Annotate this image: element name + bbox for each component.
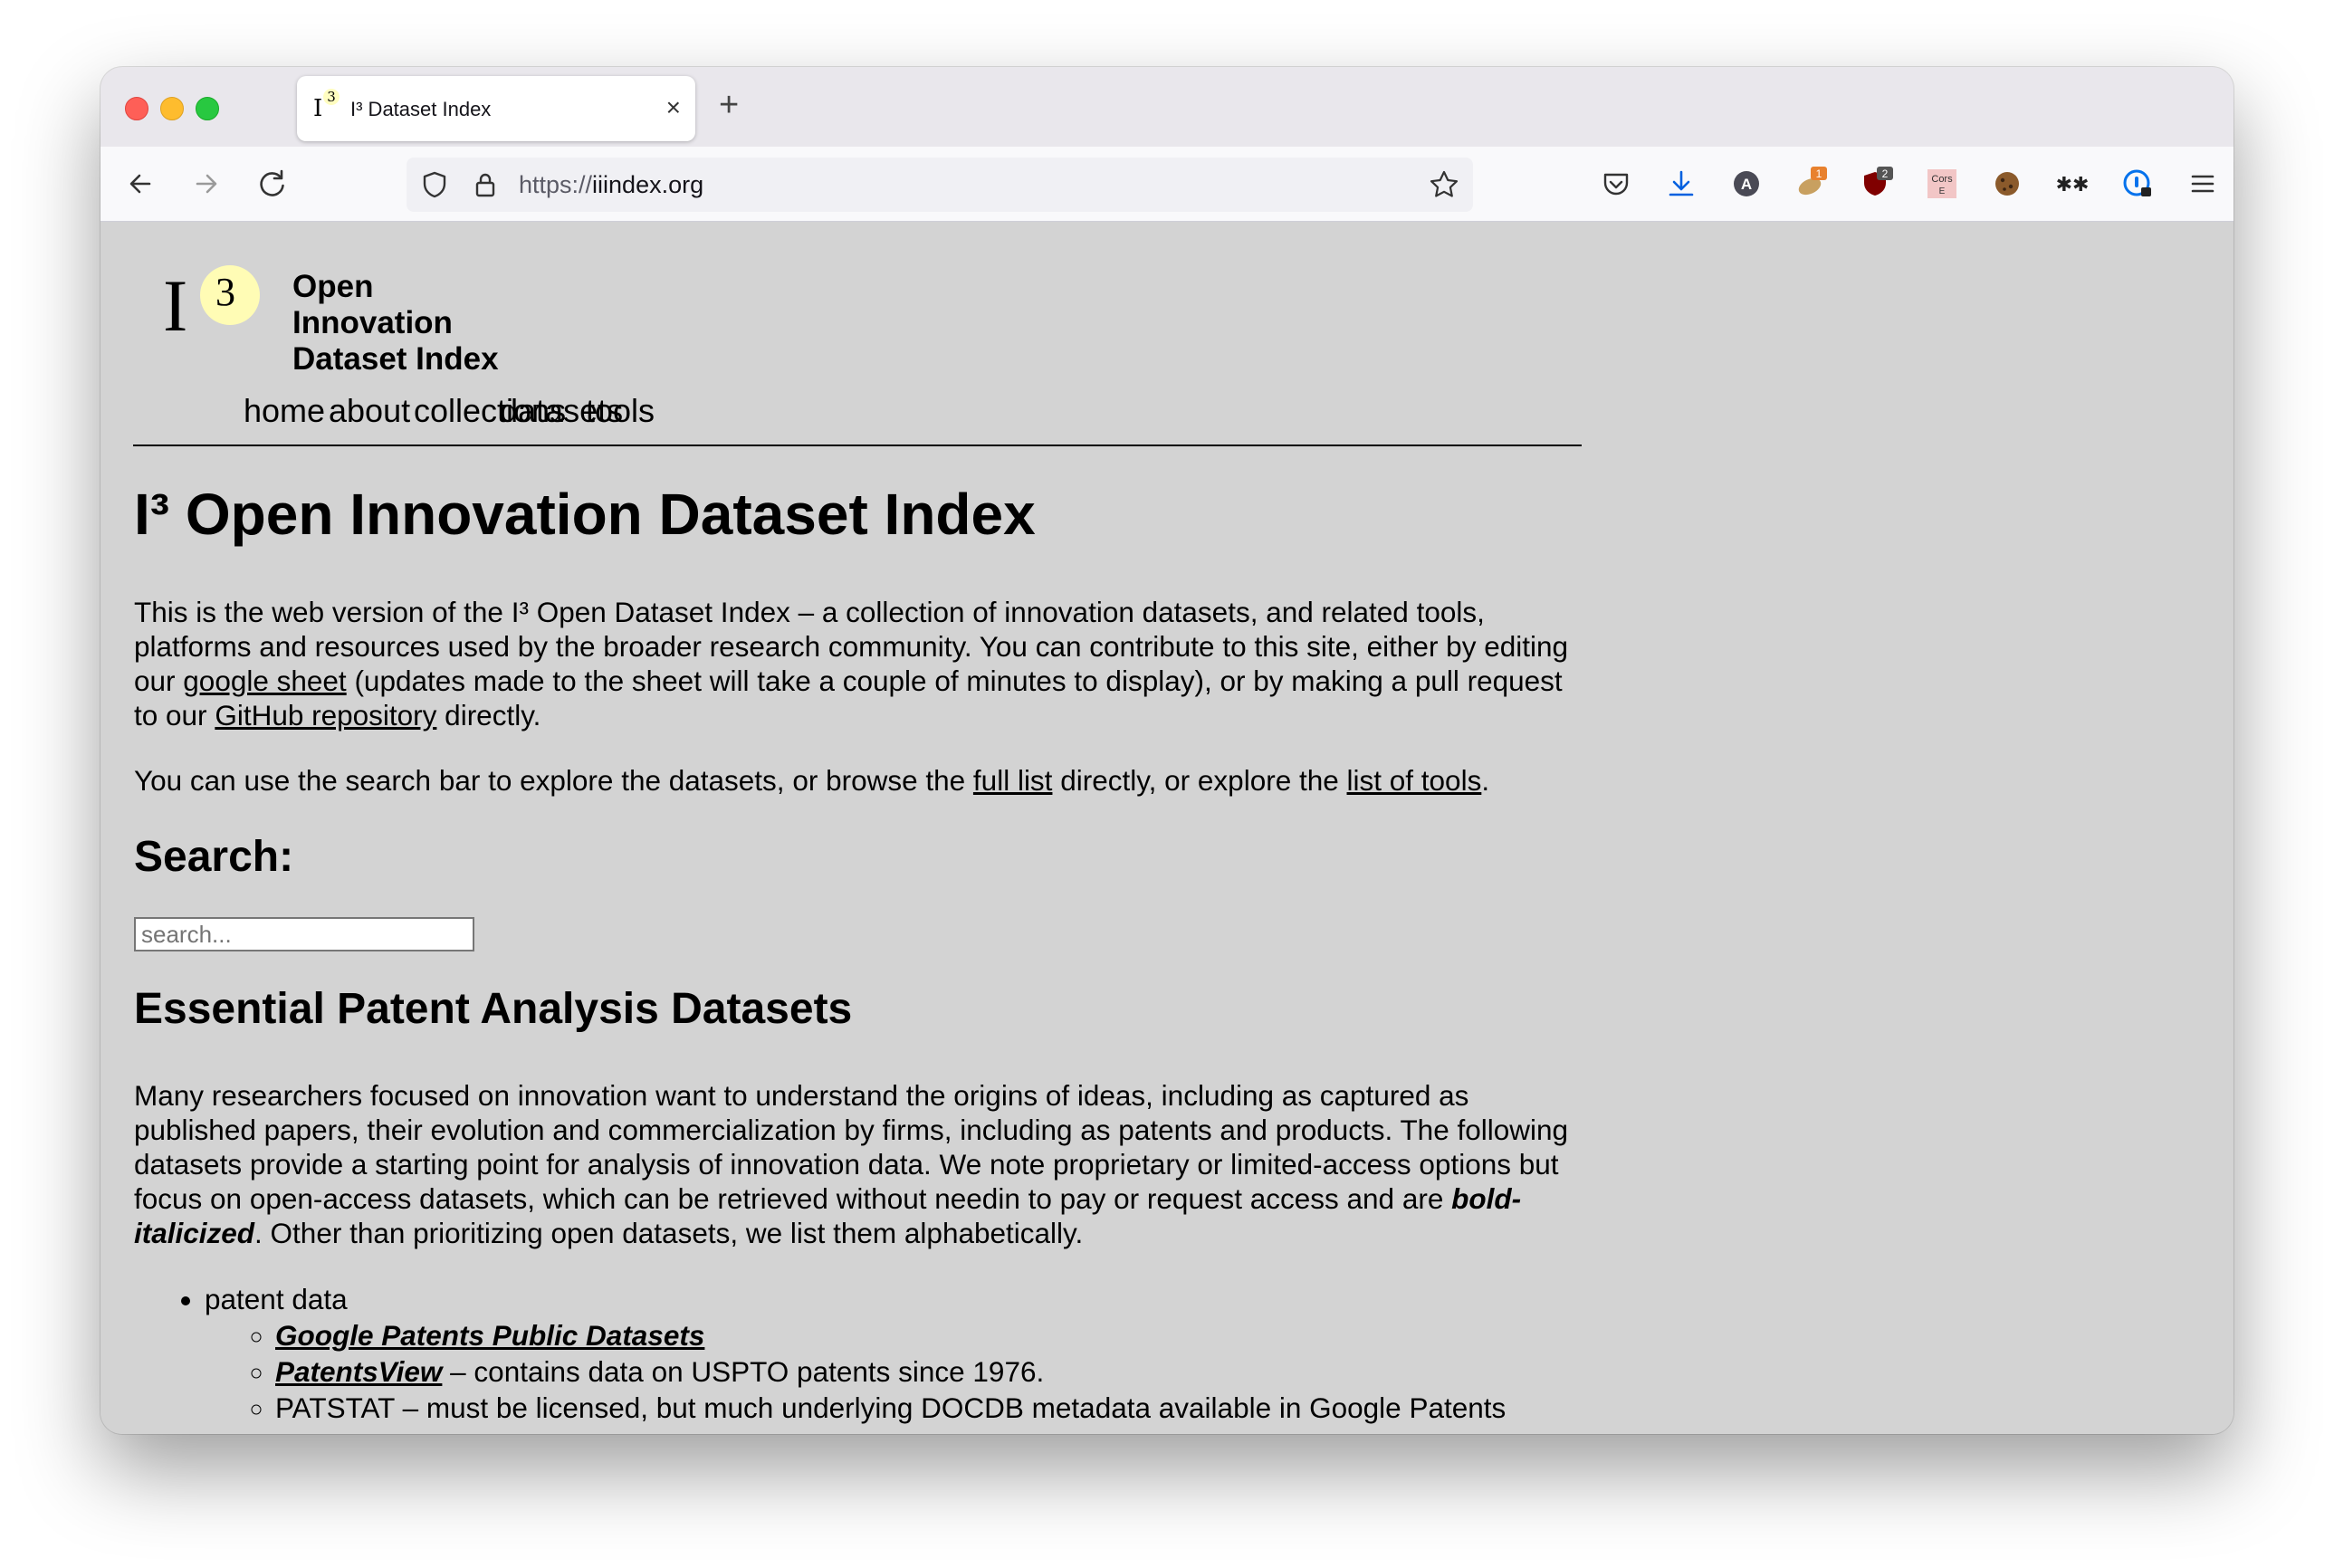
google-sheet-link[interactable]: google sheet: [183, 664, 346, 697]
cors-icon[interactable]: Cors E: [1923, 165, 1961, 203]
main-content: I³ Open Innovation Dataset Index This is…: [134, 479, 1583, 1426]
tab-close-icon[interactable]: ×: [666, 92, 681, 123]
section-paragraph: Many researchers focused on innovation w…: [134, 1079, 1569, 1249]
menu-icon[interactable]: [2184, 165, 2222, 203]
browse-paragraph: You can use the search bar to explore th…: [134, 764, 1490, 797]
svg-text:✱✱: ✱✱: [2056, 174, 2090, 196]
category-label: patent data: [205, 1283, 348, 1315]
nav-home-link[interactable]: home: [244, 392, 325, 430]
search-heading: Search:: [134, 833, 294, 881]
section-heading: Essential Patent Analysis Datasets: [134, 985, 853, 1033]
logo-three: 3: [215, 270, 235, 314]
reload-icon: [260, 169, 284, 196]
sub-list: Google Patents Public Datasets PatentsVi…: [205, 1317, 1583, 1426]
tracking-protection-shield-icon[interactable]: [419, 169, 450, 200]
url-text[interactable]: https://iiindex.org: [519, 171, 703, 199]
intro-paragraph: This is the web version of the I³ Open D…: [134, 596, 1569, 731]
google-patents-link[interactable]: Google Patents Public Datasets: [275, 1319, 704, 1352]
svg-text:2: 2: [1882, 167, 1889, 180]
url-scheme: https://: [519, 171, 593, 198]
bookmark-star-icon[interactable]: [1428, 168, 1460, 201]
arrow-right-icon: [196, 174, 217, 194]
list-item-text: PATSTAT – must be licensed, but much und…: [275, 1391, 1507, 1424]
logo-line-1: Open Innovation: [292, 269, 453, 340]
site-nav: home about collections datasets tools: [133, 376, 1582, 446]
patentsview-link[interactable]: PatentsView: [275, 1355, 442, 1388]
list-item: Google Patents Public Datasets: [275, 1317, 1583, 1353]
tab-bar: I3 I³ Dataset Index × +: [100, 67, 2234, 147]
full-list-link[interactable]: full list: [973, 764, 1053, 797]
navigation-toolbar: https://iiindex.org A 1 2 Cors E ✱✱: [100, 147, 2234, 222]
new-tab-button[interactable]: +: [719, 87, 739, 123]
url-host: iiindex.org: [592, 171, 704, 198]
account-icon[interactable]: A: [1727, 165, 1765, 203]
tab-iiindex[interactable]: I3 I³ Dataset Index ×: [297, 76, 695, 141]
pocket-icon[interactable]: [1597, 165, 1635, 203]
search-input[interactable]: [134, 917, 474, 951]
asterisk-icon[interactable]: ✱✱: [2053, 165, 2091, 203]
nav-tools-link[interactable]: tools: [586, 392, 655, 430]
nav-about-link[interactable]: about: [329, 392, 410, 430]
svg-text:E: E: [1939, 186, 1946, 196]
arrow-left-icon: [129, 174, 151, 194]
reload-button[interactable]: [253, 165, 292, 203]
web-page: I 3 Open Innovation Dataset Index home a…: [100, 222, 2234, 1434]
site-favicon-icon: I3: [313, 89, 340, 123]
window-maximize-button[interactable]: [196, 97, 219, 120]
logo-text: Open Innovation Dataset Index: [292, 269, 540, 378]
cookie-icon[interactable]: [1988, 165, 2026, 203]
svg-text:1: 1: [1816, 167, 1822, 180]
window-minimize-button[interactable]: [160, 97, 184, 120]
list-item-description: – contains data on USPTO patents since 1…: [442, 1355, 1045, 1388]
page-title: I³ Open Innovation Dataset Index: [134, 482, 1036, 547]
window-close-button[interactable]: [125, 97, 148, 120]
forward-button[interactable]: [187, 165, 225, 203]
list-item: patent data Google Patents Public Datase…: [205, 1281, 1583, 1426]
svg-text:A: A: [1741, 176, 1752, 193]
list-of-tools-link[interactable]: list of tools: [1347, 764, 1482, 797]
svg-text:Cors: Cors: [1931, 174, 1953, 185]
list-item: PATSTAT – must be licensed, but much und…: [275, 1390, 1583, 1426]
github-repository-link[interactable]: GitHub repository: [215, 699, 436, 731]
download-icon[interactable]: [1662, 165, 1700, 203]
logo-i: I: [163, 264, 188, 347]
password-manager-icon[interactable]: [2119, 165, 2157, 203]
tab-title: I³ Dataset Index: [350, 98, 492, 120]
url-bar[interactable]: https://iiindex.org: [407, 158, 1473, 212]
dataset-list: patent data Google Patents Public Datase…: [134, 1281, 1583, 1426]
lock-icon[interactable]: [470, 169, 501, 200]
logo-line-2: Dataset Index: [292, 341, 499, 377]
list-item: PatentsView – contains data on USPTO pat…: [275, 1353, 1583, 1390]
back-button[interactable]: [121, 165, 159, 203]
site-logo[interactable]: I 3 Open Innovation Dataset Index: [159, 256, 540, 377]
extension-badge-icon[interactable]: 1: [1793, 165, 1831, 203]
ublock-icon[interactable]: 2: [1858, 165, 1896, 203]
browser-window: I3 I³ Dataset Index × + https://iiindex.…: [100, 67, 2234, 1434]
